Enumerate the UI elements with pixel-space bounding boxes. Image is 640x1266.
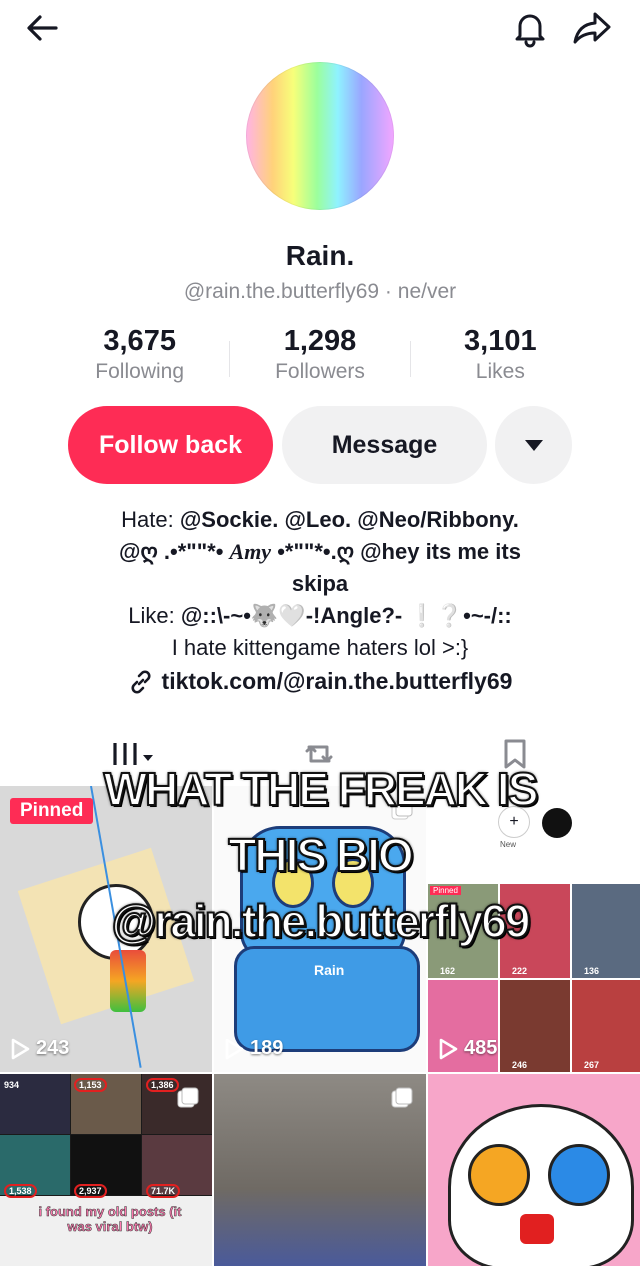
view-count-value: 189 — [250, 1037, 284, 1059]
view-count: 189 — [224, 1037, 283, 1060]
overlay-caption: WHAT THE FREAK IS — [103, 762, 540, 816]
profile-stats: 3,675 Following 1,298 Followers 3,101 Li… — [50, 325, 590, 389]
stat-label: Following — [95, 360, 185, 383]
stat-label: Likes — [475, 360, 525, 383]
mini-count: 246 — [512, 1060, 528, 1070]
mini-count: 222 — [512, 966, 528, 976]
stat-value: 3,675 — [103, 325, 176, 357]
follow-back-button[interactable]: Follow back — [68, 406, 273, 484]
avatar[interactable] — [246, 62, 394, 210]
multi-photo-icon — [390, 1086, 414, 1115]
more-options-button[interactable] — [495, 406, 572, 484]
mini-count: 934 — [4, 1080, 20, 1090]
view-count: 485 — [438, 1037, 497, 1060]
mini-count: 136 — [584, 966, 600, 976]
mini-count: 71.7K — [146, 1184, 181, 1198]
overlay-caption: @rain.the.butterfly69 — [111, 894, 532, 948]
mini-count: 1,386 — [146, 1078, 179, 1092]
stat-value: 3,101 — [464, 325, 537, 357]
sticker-text: Rain — [310, 962, 349, 978]
bio-text: @ღ .•*""*• — [119, 539, 230, 564]
mini-count: 2,937 — [74, 1184, 107, 1198]
bio-text: •*""*•.ღ @hey its me its — [271, 539, 521, 564]
top-bar — [0, 0, 640, 60]
caret-down-icon — [524, 440, 543, 451]
message-button[interactable]: Message — [282, 406, 487, 484]
bio-mentions: @::\-~•🐺🤍-!Angle?- ❕❔•~-/:: — [180, 603, 512, 628]
view-count-value: 243 — [36, 1037, 70, 1059]
play-icon — [225, 1038, 244, 1059]
mini-thumb — [572, 980, 640, 1072]
bio-mentions: @Sockie. @Leo. @Neo/Ribbony. — [179, 507, 519, 532]
mini-count: 162 — [440, 966, 456, 976]
profile-link[interactable]: tiktok.com/@rain.the.butterfly69 — [0, 668, 640, 695]
stat-likes[interactable]: 3,101 Likes — [411, 325, 590, 389]
view-count-value: 485 — [464, 1037, 498, 1059]
multi-photo-icon — [176, 1086, 200, 1115]
profile-bio: Hate: @Sockie. @Leo. @Neo/Ribbony. @ღ .•… — [40, 504, 600, 664]
profile-name: Rain. — [285, 240, 355, 271]
bio-italic: Amy — [229, 539, 272, 564]
play-icon — [11, 1038, 30, 1059]
video-thumbnail[interactable] — [214, 1074, 426, 1266]
video-thumbnail[interactable]: 934 1,153 1,386 1,538 2,937 71.7K i foun… — [0, 1074, 212, 1266]
video-caption: i found my old posts (it was viral btw) — [38, 1204, 182, 1235]
back-arrow-icon[interactable] — [20, 6, 64, 50]
mini-count: 267 — [584, 1060, 600, 1070]
mini-count: 1,538 — [4, 1184, 37, 1198]
play-icon — [439, 1038, 458, 1059]
sticker — [520, 1214, 554, 1244]
stat-following[interactable]: 3,675 Following — [50, 325, 229, 389]
profile-handle: @rain.the.butterfly69 · ne/ver — [183, 280, 457, 303]
mini-thumb — [500, 980, 570, 1072]
link-text: tiktok.com/@rain.the.butterfly69 — [161, 668, 513, 694]
video-thumbnail[interactable] — [428, 1074, 640, 1266]
share-icon[interactable] — [570, 6, 614, 50]
bell-icon[interactable] — [508, 6, 552, 50]
bio-text: I hate kittengame haters lol >:} — [171, 635, 469, 660]
overlay-caption: THIS BIO — [227, 828, 414, 882]
link-icon — [131, 669, 151, 694]
bio-text: skipa — [291, 571, 349, 596]
bio-text: Like: — [128, 603, 181, 628]
bio-text: Hate: — [121, 507, 180, 532]
mini-count: 1,153 — [74, 1078, 107, 1092]
stat-value: 1,298 — [283, 325, 357, 357]
stat-label: Followers — [275, 360, 365, 383]
stat-followers[interactable]: 1,298 Followers — [230, 325, 409, 389]
character-eye — [548, 1144, 610, 1206]
view-count: 243 — [10, 1037, 69, 1060]
character-eye — [468, 1144, 530, 1206]
